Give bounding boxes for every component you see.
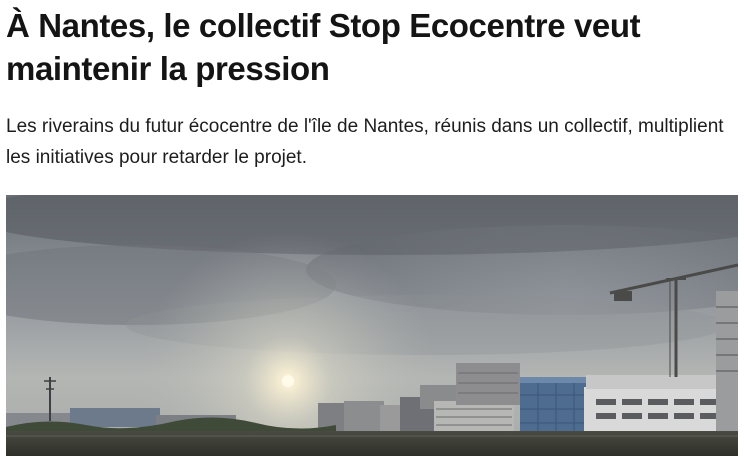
sun bbox=[282, 375, 294, 387]
crane-counterweight bbox=[614, 291, 632, 301]
glass-building bbox=[520, 377, 590, 435]
building bbox=[456, 363, 520, 405]
article-headline: À Nantes, le collectif Stop Ecocentre ve… bbox=[6, 7, 641, 87]
building bbox=[380, 405, 402, 433]
building bbox=[344, 401, 384, 433]
article-photo[interactable] bbox=[6, 195, 738, 456]
ground bbox=[6, 431, 738, 456]
building-white-top bbox=[586, 375, 716, 389]
photo-illustration bbox=[6, 195, 738, 456]
article: À Nantes, le collectif Stop Ecocentre ve… bbox=[0, 0, 744, 456]
ground-line bbox=[6, 435, 738, 437]
building bbox=[70, 408, 160, 427]
glass-building-roof bbox=[520, 377, 590, 383]
tower-under-construction bbox=[716, 291, 738, 441]
article-lede: Les riverains du futur écocentre de l'îl… bbox=[6, 116, 724, 168]
